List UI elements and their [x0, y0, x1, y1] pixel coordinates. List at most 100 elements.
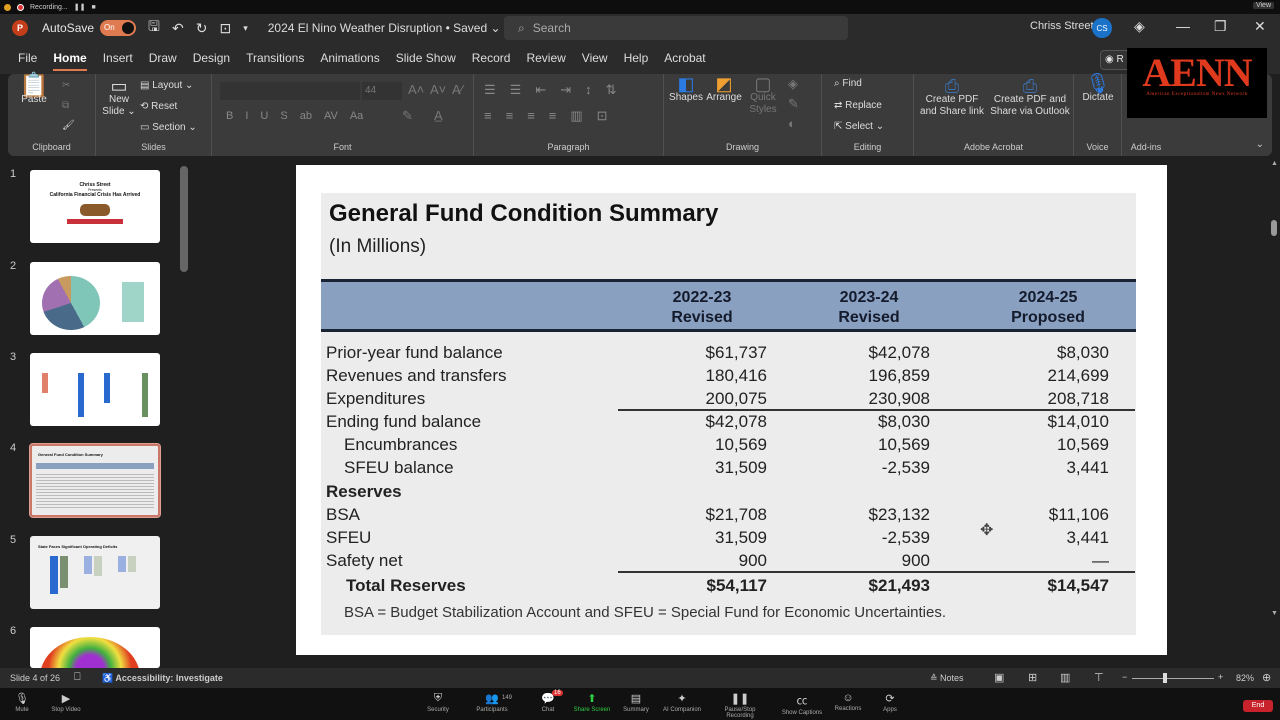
new-slide-button[interactable]: ▭ New Slide ⌄ [102, 77, 136, 118]
reading-view-icon[interactable]: ▥ [1060, 671, 1070, 684]
avatar[interactable]: CS [1092, 18, 1112, 38]
ribbon-tab-slide-show[interactable]: Slide Show [396, 43, 456, 73]
zoom-slider-thumb[interactable] [1163, 673, 1167, 683]
numbering-icon[interactable]: ☰ [510, 82, 522, 98]
redo-icon[interactable]: ↻ [196, 20, 208, 37]
zoom-level[interactable]: 82% [1236, 673, 1254, 683]
customize-dropdown-icon[interactable]: ▾ [243, 23, 248, 34]
ribbon-tab-acrobat[interactable]: Acrobat [664, 43, 705, 73]
autosave-toggle[interactable]: On [100, 20, 137, 36]
highlight-icon[interactable]: ✎ [402, 109, 413, 122]
thumbnail-slide-6[interactable] [30, 627, 160, 668]
close-icon[interactable]: ✕ [1254, 18, 1266, 35]
thumbnail-slide-4[interactable]: General Fund Condition Summary [29, 443, 161, 518]
increase-indent-icon[interactable]: ⇥ [560, 82, 571, 98]
font-format-button[interactable]: B [226, 110, 233, 122]
paste-button[interactable]: 📋 Paste [18, 74, 50, 106]
font-format-button[interactable]: I [245, 110, 248, 122]
undo-icon[interactable]: ↶ [172, 20, 184, 37]
normal-view-icon[interactable]: ▣ [994, 671, 1004, 684]
thumbnail-slide-3[interactable] [30, 353, 160, 426]
line-spacing-icon[interactable]: ↕ [585, 82, 592, 98]
meeting-security-button[interactable]: ⛨ Security [408, 692, 468, 713]
stop-icon[interactable]: ■ [91, 4, 95, 11]
slide-scrollbar[interactable]: ▲ ▼ [1268, 158, 1280, 668]
align-center-icon[interactable]: ≡ [506, 108, 514, 124]
font-color-icon[interactable]: A̲ [434, 109, 443, 122]
font-format-button[interactable]: AV [324, 110, 338, 122]
shape-fill-icon[interactable]: ◈ [788, 77, 798, 90]
create-pdf-outlook-button[interactable]: ⎙ Create PDF and Share via Outlook [990, 77, 1070, 118]
ribbon-tab-review[interactable]: Review [526, 43, 565, 73]
section-button[interactable]: ▭ Section ⌄ [140, 122, 197, 134]
replace-button[interactable]: ⇄ Replace [834, 100, 882, 112]
shape-effects-icon[interactable]: ◐ [788, 117, 796, 130]
user-name[interactable]: Chriss Street [1030, 20, 1094, 32]
font-format-button[interactable]: S [280, 110, 287, 122]
view-button[interactable]: View [1252, 2, 1274, 9]
slide-sorter-icon[interactable]: ⊞ [1028, 671, 1037, 684]
dictate-button[interactable]: 🎙 Dictate [1078, 74, 1118, 104]
align-left-icon[interactable]: ≡ [484, 108, 492, 124]
align-right-icon[interactable]: ≡ [527, 108, 535, 124]
zoom-in-icon[interactable]: + [1218, 672, 1223, 682]
spelling-icon[interactable]: ⎕ [74, 671, 81, 684]
ribbon-tab-draw[interactable]: Draw [149, 43, 177, 73]
thumbnail-slide-5[interactable]: State Faces Significant Operating Defici… [30, 536, 160, 609]
decrease-indent-icon[interactable]: ⇤ [535, 82, 546, 98]
zoom-out-icon[interactable]: − [1122, 672, 1127, 682]
columns-icon[interactable]: ▥ [570, 108, 582, 124]
ribbon-tab-design[interactable]: Design [193, 43, 230, 73]
ribbon-tab-animations[interactable]: Animations [320, 43, 379, 73]
pause-icon[interactable]: ❚❚ [74, 3, 86, 11]
restore-icon[interactable]: ❐ [1214, 18, 1227, 35]
align-text-icon[interactable]: ⊡ [597, 108, 608, 124]
end-meeting-button[interactable]: End [1243, 700, 1273, 712]
ribbon-tab-file[interactable]: File [18, 43, 37, 73]
cut-icon[interactable]: ✂ [62, 80, 70, 92]
thumbnail-slide-2[interactable] [30, 262, 160, 335]
collapse-ribbon-icon[interactable]: ⌄ [1256, 139, 1264, 150]
bullets-icon[interactable]: ☰ [484, 82, 496, 98]
thumbnail-slide-1[interactable]: Chriss Street Presents California Financ… [30, 170, 160, 243]
font-format-button[interactable]: U [260, 110, 268, 122]
present-icon[interactable]: ⊡ [219, 20, 231, 37]
search-box[interactable]: ⌕ Search [504, 16, 848, 40]
scroll-thumb[interactable] [1271, 220, 1277, 236]
reset-button[interactable]: ⟲ Reset [140, 101, 177, 113]
ribbon-tab-view[interactable]: View [582, 43, 608, 73]
find-button[interactable]: ⌕ Find [834, 78, 862, 90]
meeting-participants-button[interactable]: 👥 Participants [462, 692, 522, 713]
shapes-button[interactable]: ◧ Shapes [668, 75, 704, 104]
increase-font-icon[interactable]: A˄ [408, 83, 424, 96]
font-format-button[interactable]: Aa [350, 110, 363, 122]
font-size-select[interactable]: 44 [362, 82, 402, 100]
text-direction-icon[interactable]: ⇅ [606, 82, 617, 98]
font-name-select[interactable] [220, 82, 360, 100]
format-painter-icon[interactable]: 🖌 [62, 120, 75, 132]
slideshow-icon[interactable]: ⊤ [1094, 671, 1104, 684]
meeting-stop-video-button[interactable]: ▶ Stop Video [36, 692, 96, 713]
clear-formatting-icon[interactable]: A⁄ [452, 83, 463, 96]
accessibility-status[interactable]: ♿ Accessibility: Investigate [102, 673, 223, 684]
arrange-button[interactable]: ◩ Arrange [704, 75, 744, 104]
ribbon-tab-home[interactable]: Home [53, 43, 88, 73]
decrease-font-icon[interactable]: A˅ [430, 83, 446, 96]
ribbon-tab-insert[interactable]: Insert [103, 43, 133, 73]
create-pdf-share-link-button[interactable]: ⎙ Create PDF and Share link [918, 77, 986, 118]
copy-icon[interactable]: ⧉ [62, 100, 69, 112]
meeting-ai-companion-button[interactable]: ✦ AI Companion [652, 692, 712, 713]
ribbon-tab-help[interactable]: Help [624, 43, 649, 73]
thumbnail-scrollbar[interactable] [180, 166, 188, 272]
select-button[interactable]: ⇱ Select ⌄ [834, 121, 884, 133]
layout-button[interactable]: ▤ Layout ⌄ [140, 80, 193, 92]
zoom-slider[interactable] [1132, 678, 1214, 679]
quick-styles-button[interactable]: ▢ Quick Styles [746, 75, 780, 116]
meeting-apps-button[interactable]: ⟳ Apps [860, 692, 920, 713]
document-title[interactable]: 2024 El Nino Weather Disruption • Saved … [268, 21, 501, 35]
justify-icon[interactable]: ≡ [549, 108, 557, 124]
fit-slide-icon[interactable]: ⊕ [1262, 671, 1271, 684]
notes-button[interactable]: ≙ Notes [930, 673, 964, 684]
font-format-button[interactable]: ab [300, 110, 312, 122]
meeting-pause-stop-recording-button[interactable]: ❚❚ Pause/Stop Recording [710, 692, 770, 719]
